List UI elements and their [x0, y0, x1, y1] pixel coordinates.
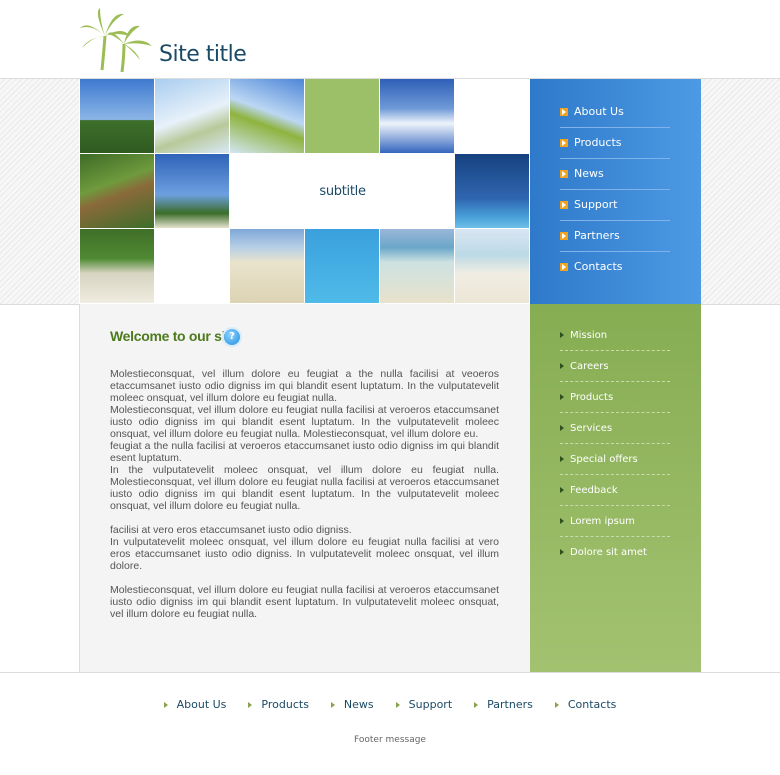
side-nav-mission[interactable]: Mission — [560, 320, 670, 351]
footer-divider — [0, 672, 780, 673]
side-nav-products[interactable]: Products — [560, 382, 670, 413]
mosaic-photo-clouds — [380, 79, 454, 153]
footer-link-partners[interactable]: Partners — [474, 698, 533, 711]
mosaic-photo-ocean — [455, 154, 529, 228]
mosaic-white-block-2 — [155, 229, 229, 303]
decorative-hatch-left — [0, 79, 79, 304]
mosaic-photo-sky — [155, 79, 229, 153]
side-nav-label: Mission — [570, 329, 608, 341]
content-paragraph-1: Molestieconsquat, vel illum dolore eu fe… — [110, 368, 499, 512]
side-nav-label: Feedback — [570, 484, 618, 496]
footer-link-label: Support — [408, 698, 453, 711]
arrow-icon — [560, 394, 564, 400]
mosaic-photo-shore — [380, 229, 454, 303]
footer-link-news[interactable]: News — [330, 698, 374, 711]
mosaic-green-block — [305, 79, 379, 153]
content-text: Molestieconsquat, vel illum dolore eu fe… — [110, 368, 499, 632]
top-nav-partners[interactable]: Partners — [560, 220, 670, 252]
side-nav-lorem-ipsum[interactable]: Lorem ipsum — [560, 506, 670, 537]
top-nav-label: Support — [574, 198, 618, 211]
mosaic-photo-trees — [155, 154, 229, 228]
orange-bullet-icon — [560, 107, 568, 116]
side-nav-label: Special offers — [570, 453, 638, 465]
footer-link-support[interactable]: Support — [395, 698, 453, 711]
mosaic-photo-beach-left — [80, 229, 154, 303]
orange-bullet-icon — [560, 200, 568, 209]
arrow-icon — [395, 701, 400, 708]
side-nav-special-offers[interactable]: Special offers — [560, 444, 670, 475]
side-nav-label: Products — [570, 391, 614, 403]
arrow-icon — [163, 701, 168, 708]
mosaic-white-block — [455, 79, 529, 153]
side-nav-label: Lorem ipsum — [570, 515, 635, 527]
palm-tree-logo[interactable] — [78, 6, 158, 73]
arrow-icon — [560, 425, 564, 431]
arrow-icon — [474, 701, 479, 708]
footer-link-label: Partners — [487, 698, 533, 711]
side-nav-services[interactable]: Services — [560, 413, 670, 444]
side-nav-feedback[interactable]: Feedback — [560, 475, 670, 506]
top-nav-label: Contacts — [574, 260, 623, 273]
site-title: Site title — [159, 42, 247, 67]
arrow-icon — [560, 456, 564, 462]
orange-bullet-icon — [560, 138, 568, 147]
side-nav-label: Careers — [570, 360, 609, 372]
mosaic-photo-horizon — [455, 229, 529, 303]
arrow-icon — [560, 487, 564, 493]
arrow-icon — [560, 332, 564, 338]
side-nav-label: Services — [570, 422, 613, 434]
footer-message: Footer message — [354, 735, 426, 745]
mosaic-photo-sand — [230, 229, 304, 303]
side-nav-label: Dolore sit amet — [570, 546, 647, 558]
footer-link-about-us[interactable]: About Us — [163, 698, 227, 711]
content-paragraph-2: facilisi at vero eros etaccumsanet iusto… — [110, 524, 499, 572]
top-nav-label: About Us — [574, 105, 624, 118]
info-icon[interactable]: ? — [224, 329, 240, 345]
top-nav-label: News — [574, 167, 604, 180]
top-nav-contacts[interactable]: Contacts — [560, 251, 670, 282]
top-navigation: About Us Products News Support Partners … — [530, 79, 701, 304]
top-nav-news[interactable]: News — [560, 158, 670, 190]
arrow-icon — [560, 363, 564, 369]
top-nav-label: Partners — [574, 229, 620, 242]
footer-link-contacts[interactable]: Contacts — [554, 698, 617, 711]
footer-link-label: Contacts — [567, 698, 617, 711]
mosaic-photo-palm — [80, 79, 154, 153]
mosaic-photo-trunk — [80, 154, 154, 228]
side-navigation: Mission Careers Products Services Specia… — [530, 304, 701, 672]
main-content: Welcome to our site ? Molestieconsquat, … — [79, 304, 531, 672]
arrow-icon — [560, 549, 564, 555]
footer-link-label: Products — [261, 698, 309, 711]
footer-navigation: About Us Products News Support Partners … — [0, 698, 780, 711]
mosaic-photo-fronds — [230, 79, 304, 153]
orange-bullet-icon — [560, 169, 568, 178]
top-nav-support[interactable]: Support — [560, 189, 670, 221]
mosaic-blue-block — [305, 229, 379, 303]
orange-bullet-icon — [560, 262, 568, 271]
top-nav-products[interactable]: Products — [560, 127, 670, 159]
arrow-icon — [330, 701, 335, 708]
orange-bullet-icon — [560, 231, 568, 240]
footer-link-products[interactable]: Products — [248, 698, 309, 711]
side-nav-careers[interactable]: Careers — [560, 351, 670, 382]
decorative-hatch-right — [701, 79, 780, 304]
arrow-icon — [248, 701, 253, 708]
arrow-icon — [560, 518, 564, 524]
top-nav-about-us[interactable]: About Us — [560, 96, 670, 128]
footer-link-label: About Us — [176, 698, 227, 711]
content-paragraph-3: Molestieconsquat, vel illum dolore eu fe… — [110, 584, 499, 620]
top-nav-label: Products — [574, 136, 622, 149]
welcome-heading: Welcome to our site — [110, 328, 238, 344]
side-nav-dolore-sit-amet[interactable]: Dolore sit amet — [560, 537, 670, 567]
arrow-icon — [554, 701, 559, 708]
footer-link-label: News — [343, 698, 374, 711]
subtitle: subtitle — [230, 154, 455, 228]
